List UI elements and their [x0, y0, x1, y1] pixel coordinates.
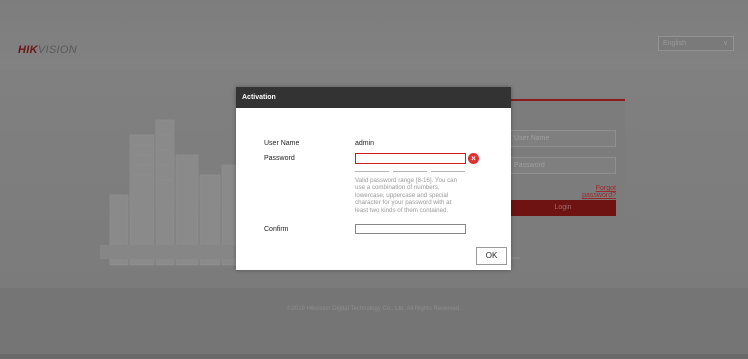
top-bar — [0, 0, 748, 70]
password-hint: Valid password range [8-16]. You can use… — [355, 177, 458, 214]
login-panel — [505, 99, 625, 257]
forgot-password-link[interactable]: Forgot password? — [560, 185, 616, 199]
bottom-strip — [0, 354, 748, 359]
activation-password-input[interactable] — [355, 153, 466, 164]
strength-bar-weak — [355, 171, 389, 172]
language-value: English — [663, 40, 686, 47]
copyright-text: ©2019 Hikvision Digital Technology Co., … — [287, 306, 461, 312]
username-label: User Name — [264, 140, 300, 147]
hikvision-logo: HIKVISION — [18, 44, 77, 56]
strength-bar-medium — [393, 171, 427, 172]
password-label: Password — [264, 155, 295, 162]
ok-button[interactable]: OK — [476, 247, 507, 265]
activation-dialog: Activation User Name admin Password × Va… — [236, 87, 511, 270]
error-x-icon: × — [468, 153, 479, 164]
chevron-down-icon: ∨ — [722, 40, 728, 47]
confirm-password-input[interactable] — [355, 224, 466, 234]
footer — [0, 288, 748, 359]
username-value: admin — [355, 140, 375, 147]
dialog-title: Activation — [236, 87, 511, 108]
strength-bar-strong — [431, 171, 465, 172]
language-select[interactable]: English ∨ — [658, 36, 734, 51]
username-input[interactable]: User Name — [510, 130, 616, 147]
password-input[interactable]: Password — [510, 157, 616, 174]
login-button[interactable]: Login — [510, 200, 616, 216]
confirm-label: Confirm — [264, 226, 289, 233]
